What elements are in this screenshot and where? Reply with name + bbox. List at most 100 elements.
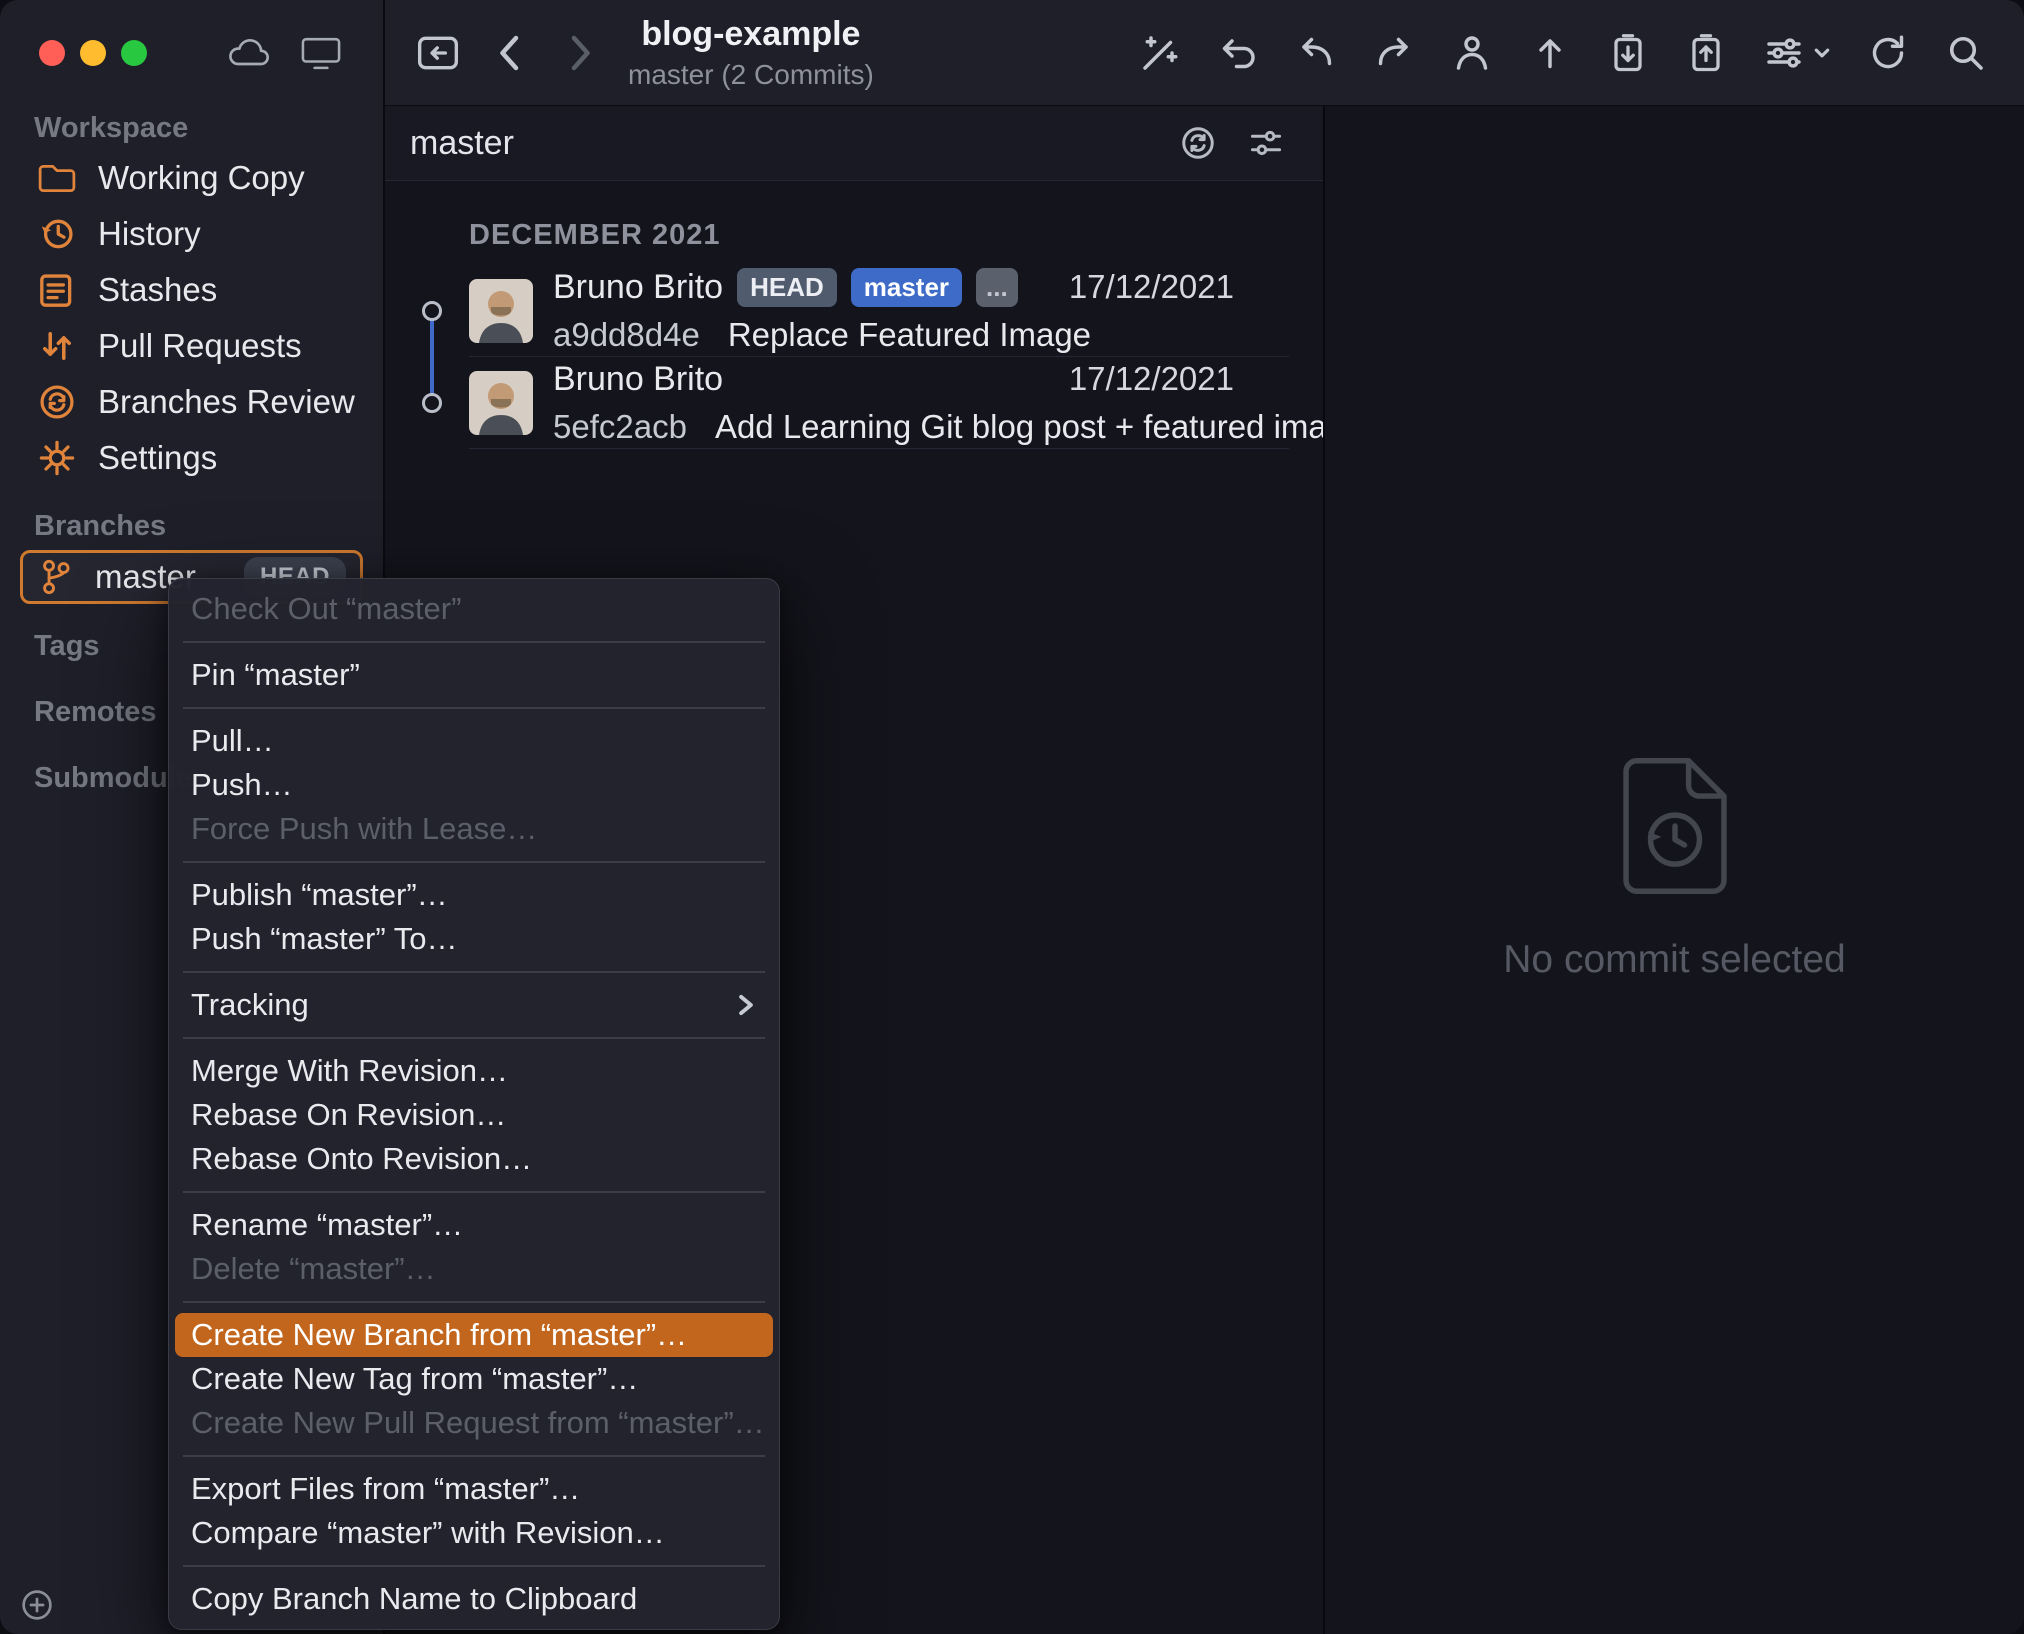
menu-item-create-new-pull-request: Create New Pull Request from “master”…: [191, 1405, 765, 1440]
wand-icon[interactable]: [1138, 31, 1182, 75]
menu-item-merge-with-revision[interactable]: Merge With Revision…: [175, 1049, 773, 1093]
back-icon[interactable]: [488, 31, 532, 75]
folder-icon: [38, 159, 76, 197]
menu-item-pin[interactable]: Pin “master”: [175, 653, 773, 697]
compare-icon[interactable]: [1179, 124, 1217, 162]
app-window: Workspace Working Copy History Stashes P…: [0, 0, 2024, 1634]
chevron-down-icon: [1812, 43, 1832, 63]
menu-separator: [183, 971, 765, 973]
menu-item-rebase-onto-revision[interactable]: Rebase Onto Revision…: [175, 1137, 773, 1181]
menu-item-rename[interactable]: Rename “master”…: [175, 1203, 773, 1247]
push-icon[interactable]: [1528, 31, 1572, 75]
pull-requests-icon: [38, 327, 76, 365]
menu-item-copy-branch-name[interactable]: Copy Branch Name to Clipboard: [175, 1577, 773, 1621]
title-block: blog-example master (2 Commits): [628, 14, 874, 91]
gear-icon: [38, 439, 76, 477]
commit-message: Replace Featured Image: [727, 315, 1092, 353]
history-icon: [38, 215, 76, 253]
menu-separator: [183, 1455, 765, 1457]
titlebar-left: [0, 0, 383, 106]
menu-item-label: Tracking: [191, 987, 309, 1022]
menu-item-create-new-branch[interactable]: Create New Branch from “master”…: [175, 1313, 773, 1357]
menu-separator: [183, 1191, 765, 1193]
commit-filter-bar: master: [385, 106, 1323, 181]
commit-graph-line: [430, 311, 434, 403]
sidebar-section-workspace: Workspace: [34, 111, 189, 144]
repo-icon[interactable]: [416, 31, 460, 75]
stashes-icon: [38, 271, 76, 309]
computer-icon[interactable]: [299, 36, 343, 70]
commit-person-icon[interactable]: [1450, 31, 1494, 75]
menu-separator: [183, 861, 765, 863]
commit-group-header: DECEMBER 2021: [469, 218, 721, 251]
filter-options-icon[interactable]: [1247, 124, 1285, 162]
commit-graph-node: [422, 301, 442, 321]
commit-head-badge: HEAD: [737, 267, 837, 307]
commit-more-badge[interactable]: ...: [976, 267, 1018, 307]
commit-date: 17/12/2021: [1068, 360, 1234, 397]
branch-context-menu: Check Out “master” Pin “master” Pull… Pu…: [168, 578, 780, 1630]
settings-sliders-group[interactable]: [1762, 31, 1832, 75]
stash-apply-icon[interactable]: [1684, 31, 1728, 75]
menu-item-check-out: Check Out “master”: [191, 591, 462, 626]
commit-branch-badge: master: [850, 267, 963, 307]
stash-save-icon[interactable]: [1606, 31, 1650, 75]
commit-row[interactable]: Bruno Brito 17/12/2021 5efc2acb Add Lear…: [469, 357, 1323, 449]
add-repository-button[interactable]: [16, 1584, 58, 1626]
branch-filter-value[interactable]: master: [410, 124, 514, 163]
no-commit-document-icon: [1615, 758, 1735, 894]
commit-row[interactable]: Bruno Brito HEAD master ... 17/12/2021 a…: [469, 265, 1289, 357]
menu-item-rebase-on-revision[interactable]: Rebase On Revision…: [175, 1093, 773, 1137]
sidebar-item-history[interactable]: History: [0, 206, 383, 262]
window-controls: [39, 40, 147, 66]
sidebar-item-label: Settings: [98, 439, 218, 476]
redo-icon[interactable]: [1372, 31, 1416, 75]
commit-hash: 5efc2acb: [553, 407, 687, 445]
window-subtitle: master (2 Commits): [628, 59, 874, 91]
sidebar-item-pull-requests[interactable]: Pull Requests: [0, 318, 383, 374]
menu-separator: [183, 1565, 765, 1567]
toolbar: blog-example master (2 Commits): [385, 0, 2024, 106]
close-window-button[interactable]: [39, 40, 65, 66]
menu-item-delete: Delete “master”…: [191, 1251, 436, 1286]
settings-sliders-icon: [1762, 31, 1806, 75]
cloud-icon[interactable]: [227, 37, 271, 69]
menu-item-compare-with-revision[interactable]: Compare “master” with Revision…: [175, 1511, 773, 1555]
menu-separator: [183, 707, 765, 709]
commit-author: Bruno Brito: [553, 267, 724, 306]
menu-separator: [183, 1037, 765, 1039]
minimize-window-button[interactable]: [80, 40, 106, 66]
search-icon[interactable]: [1944, 31, 1988, 75]
sidebar-item-settings[interactable]: Settings: [0, 430, 383, 486]
menu-item-publish[interactable]: Publish “master”…: [175, 873, 773, 917]
sidebar-item-working-copy[interactable]: Working Copy: [0, 150, 383, 206]
menu-item-tracking[interactable]: Tracking: [175, 983, 773, 1027]
menu-item-pull[interactable]: Pull…: [175, 719, 773, 763]
undo-icon[interactable]: [1216, 31, 1260, 75]
forward-icon: [558, 31, 602, 75]
commit-author: Bruno Brito: [553, 359, 724, 398]
discard-icon[interactable]: [1294, 31, 1338, 75]
empty-state-message: No commit selected: [1503, 938, 1846, 981]
menu-item-create-new-tag[interactable]: Create New Tag from “master”…: [175, 1357, 773, 1401]
submenu-chevron-icon: [735, 992, 757, 1018]
sidebar-item-branches-review[interactable]: Branches Review: [0, 374, 383, 430]
refresh-icon[interactable]: [1866, 31, 1910, 75]
sidebar-item-stashes[interactable]: Stashes: [0, 262, 383, 318]
commit-graph-node: [422, 393, 442, 413]
commit-hash: a9dd8d4e: [553, 315, 700, 353]
avatar: [469, 370, 533, 435]
branches-review-icon: [38, 383, 76, 421]
window-title: blog-example: [641, 14, 861, 53]
commit-message: Add Learning Git blog post + featured im…: [714, 407, 1323, 445]
menu-item-force-push: Force Push with Lease…: [191, 811, 538, 846]
sidebar-item-label: Pull Requests: [98, 327, 302, 364]
menu-item-export-files[interactable]: Export Files from “master”…: [175, 1467, 773, 1511]
menu-separator: [183, 1301, 765, 1303]
sidebar-item-label: History: [98, 215, 201, 252]
menu-item-push-to[interactable]: Push “master” To…: [175, 917, 773, 961]
zoom-window-button[interactable]: [121, 40, 147, 66]
menu-item-push[interactable]: Push…: [175, 763, 773, 807]
branch-icon: [39, 558, 77, 596]
sidebar-section-branches: Branches: [34, 509, 167, 542]
